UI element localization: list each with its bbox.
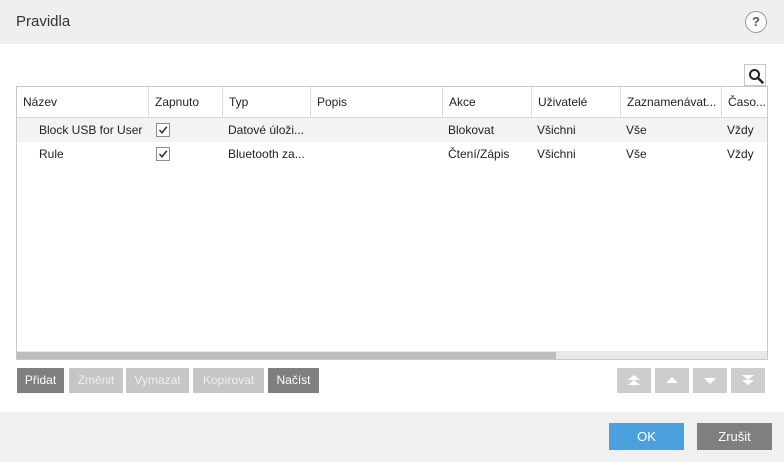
enabled-checkbox[interactable] — [156, 147, 170, 161]
horizontal-scrollbar[interactable] — [17, 351, 767, 359]
table-header: Název Zapnuto Typ Popis Akce Uživatelé Z… — [17, 87, 767, 118]
cell-time: Vždy — [727, 147, 754, 161]
cell-users: Všichni — [537, 123, 576, 137]
delete-button[interactable]: Vymazat — [126, 368, 189, 393]
column-header-time[interactable]: Časo... — [722, 87, 767, 117]
move-up-button[interactable] — [655, 368, 689, 393]
cell-action: Blokovat — [448, 123, 495, 137]
column-header-type[interactable]: Typ — [223, 87, 311, 117]
checkmark-icon — [158, 126, 168, 135]
column-header-enabled[interactable]: Zapnuto — [149, 87, 223, 117]
checkmark-icon — [158, 150, 168, 159]
move-bottom-button[interactable] — [731, 368, 765, 393]
help-icon[interactable]: ? — [745, 11, 767, 33]
column-header-name[interactable]: Název — [17, 87, 149, 117]
title-bar: Pravidla ? — [0, 0, 784, 44]
column-header-description[interactable]: Popis — [311, 87, 443, 117]
load-button[interactable]: Načíst — [268, 368, 319, 393]
column-header-action[interactable]: Akce — [443, 87, 532, 117]
move-down-button[interactable] — [693, 368, 727, 393]
move-bottom-icon — [742, 375, 754, 385]
move-up-icon — [666, 377, 678, 383]
cancel-button[interactable]: Zrušit — [697, 423, 772, 450]
copy-button[interactable]: Kopírovat — [193, 368, 264, 393]
cell-time: Vždy — [727, 123, 754, 137]
cell-users: Všichni — [537, 147, 576, 161]
table-row[interactable]: Rule Bluetooth za... Čtení/Zápis Všichni… — [17, 142, 767, 166]
cell-name: Rule — [39, 147, 64, 161]
cell-description — [311, 142, 443, 166]
dialog-title: Pravidla — [16, 13, 71, 30]
search-button[interactable] — [744, 64, 766, 86]
rules-table: Název Zapnuto Typ Popis Akce Uživatelé Z… — [16, 86, 768, 360]
cell-log: Vše — [626, 123, 647, 137]
cell-type: Datové úloži... — [228, 123, 305, 137]
column-header-users[interactable]: Uživatelé — [532, 87, 621, 117]
cell-description — [311, 118, 443, 142]
table-row[interactable]: Block USB for User Datové úloži... Bloko… — [17, 118, 767, 142]
cell-action: Čtení/Zápis — [448, 147, 510, 161]
search-icon — [749, 69, 764, 84]
column-header-log[interactable]: Zaznamenávat... — [621, 87, 722, 117]
edit-button[interactable]: Změnit — [69, 368, 123, 393]
enabled-checkbox[interactable] — [156, 123, 170, 137]
cell-name: Block USB for User — [39, 123, 143, 137]
scrollbar-thumb[interactable] — [17, 352, 556, 359]
cell-log: Vše — [626, 147, 647, 161]
move-top-button[interactable] — [617, 368, 651, 393]
ok-button[interactable]: OK — [609, 423, 684, 450]
move-top-icon — [628, 375, 640, 385]
add-button[interactable]: Přidat — [17, 368, 64, 393]
content-area: Název Zapnuto Typ Popis Akce Uživatelé Z… — [0, 44, 784, 412]
move-down-icon — [704, 378, 716, 384]
cell-type: Bluetooth za... — [228, 147, 305, 161]
